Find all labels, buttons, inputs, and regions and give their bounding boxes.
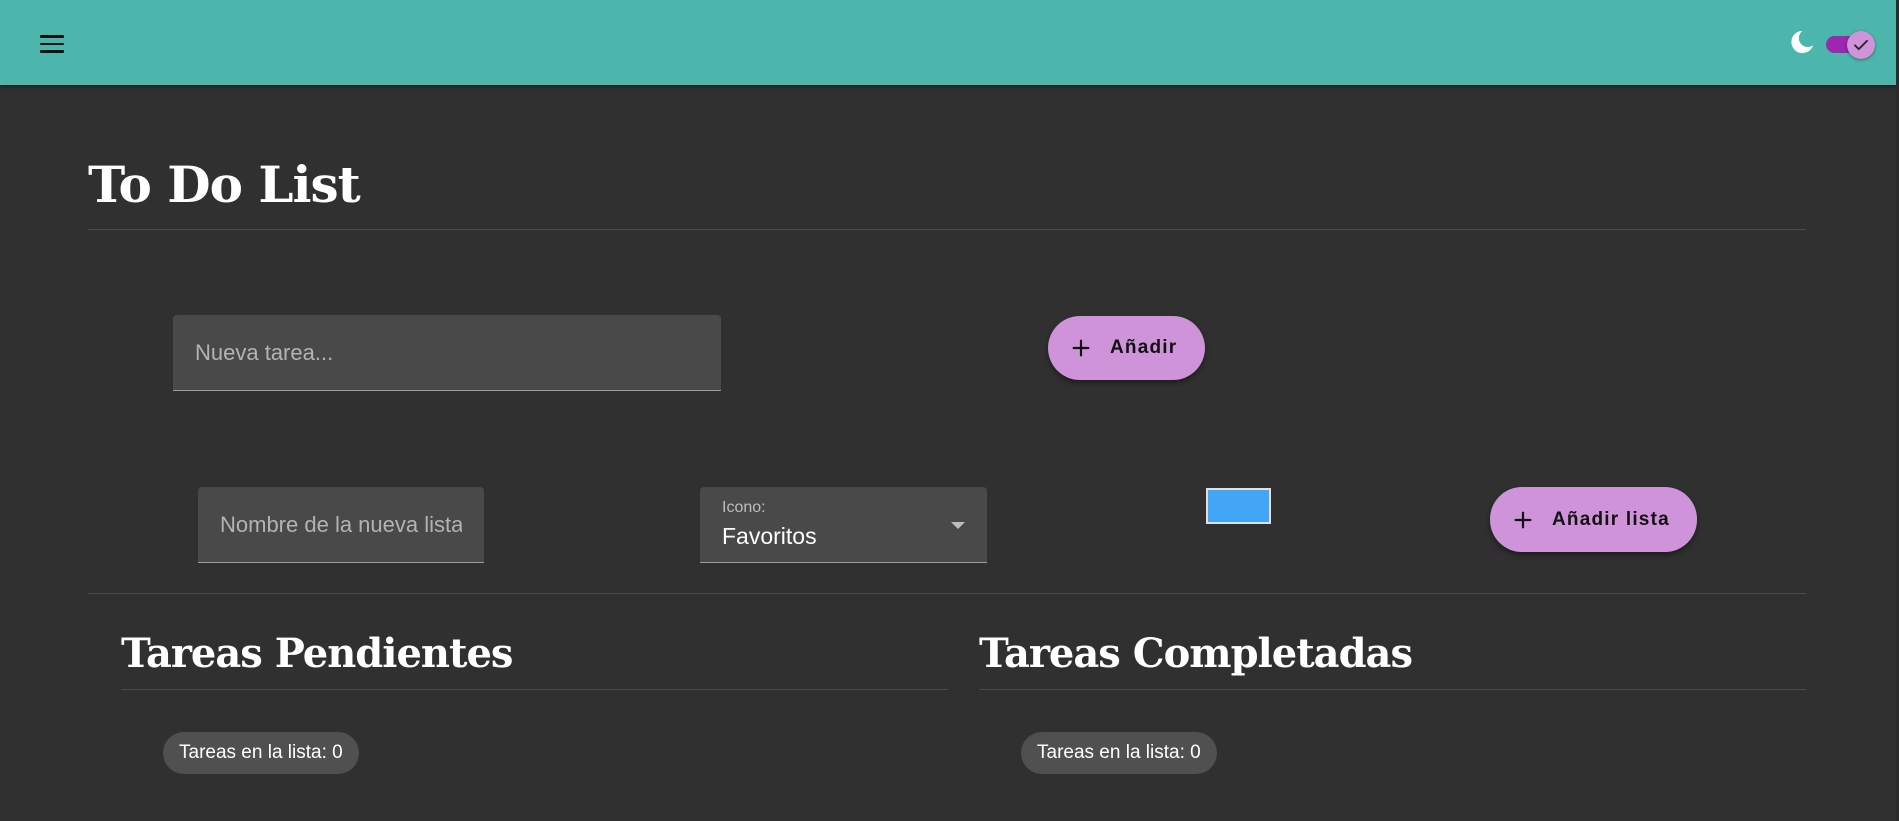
app-toolbar (0, 0, 1896, 85)
form-divider (88, 593, 1806, 594)
check-icon (1854, 39, 1868, 51)
new-task-field[interactable] (173, 315, 721, 391)
add-list-label: Añadir lista (1552, 508, 1670, 530)
page-title: To Do List (88, 155, 361, 214)
plus-icon (1514, 511, 1532, 528)
title-divider (88, 229, 1806, 230)
icon-select-label: Icono: (722, 499, 766, 516)
add-task-button[interactable]: Añadir (1048, 316, 1205, 380)
icon-select-value: Favoritos (722, 523, 817, 549)
moon-icon (1791, 30, 1814, 54)
completed-divider (979, 689, 1806, 690)
menu-icon-line-3 (40, 50, 64, 53)
new-list-name-field[interactable] (198, 487, 484, 563)
pending-section-title: Tareas Pendientes (121, 630, 513, 677)
plus-icon (1072, 339, 1090, 357)
add-task-label: Añadir (1110, 337, 1178, 358)
new-list-name-input[interactable] (198, 487, 484, 562)
completed-section-title: Tareas Completadas (979, 630, 1413, 677)
menu-icon-line-1 (40, 35, 64, 38)
icon-select[interactable]: Icono: Favoritos (700, 487, 987, 563)
list-color-picker[interactable] (1206, 488, 1271, 524)
chevron-down-icon (951, 522, 965, 529)
menu-icon-line-2 (40, 42, 64, 46)
add-list-button[interactable]: Añadir lista (1490, 487, 1697, 552)
completed-count-badge: Tareas en la lista: 0 (1021, 732, 1217, 774)
dark-mode-toggle[interactable] (1824, 31, 1876, 59)
menu-button[interactable] (32, 24, 72, 64)
pending-count-badge: Tareas en la lista: 0 (163, 732, 359, 774)
new-task-input[interactable] (173, 315, 721, 390)
toggle-thumb (1847, 31, 1875, 59)
pending-divider (121, 689, 948, 690)
